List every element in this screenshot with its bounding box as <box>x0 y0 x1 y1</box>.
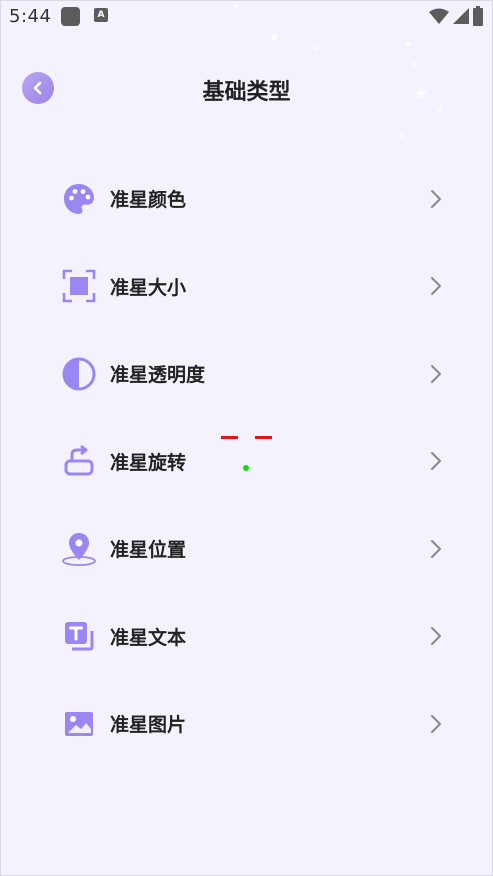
image-icon <box>61 706 97 742</box>
sparkle-icon: ★ <box>268 30 281 46</box>
sparkle-icon: ✦ <box>398 132 406 142</box>
app-notification-icon <box>61 7 80 26</box>
status-time: 5:44 <box>9 6 52 27</box>
settings-menu: 准星颜色 准星大小 准星透明度 准星旋转 准星位置 准星文本 准星图片 <box>0 155 493 768</box>
menu-item-crosshair-image[interactable]: 准星图片 <box>0 680 493 768</box>
menu-item-label: 准星颜色 <box>110 189 187 212</box>
text-box-icon <box>61 618 97 654</box>
sparkle-icon: ✦ <box>312 44 321 55</box>
status-bar: 5:44 A <box>0 0 493 34</box>
sparkle-icon: ✦ <box>404 38 414 51</box>
rotate-icon <box>61 443 97 479</box>
crosshair-left-line <box>221 436 238 439</box>
chevron-right-icon <box>431 539 441 558</box>
chevron-right-icon <box>431 189 441 208</box>
menu-item-crosshair-opacity[interactable]: 准星透明度 <box>0 330 493 418</box>
chevron-right-icon <box>431 452 441 471</box>
page-title: 基础类型 <box>202 80 291 105</box>
menu-item-label: 准星图片 <box>110 714 187 737</box>
chevron-right-icon <box>431 364 441 383</box>
battery-icon <box>473 6 483 26</box>
signal-icon <box>453 8 469 24</box>
chevron-right-icon <box>431 277 441 296</box>
header: 基础类型 <box>0 60 493 116</box>
wifi-icon <box>429 8 449 24</box>
menu-item-crosshair-position[interactable]: 准星位置 <box>0 505 493 593</box>
palette-icon <box>61 181 97 217</box>
contrast-icon <box>61 356 97 392</box>
menu-item-label: 准星透明度 <box>110 364 206 387</box>
menu-item-crosshair-color[interactable]: 准星颜色 <box>0 155 493 243</box>
status-icons <box>429 6 483 26</box>
menu-item-label: 准星旋转 <box>110 451 187 474</box>
sparkle-icon: ✦ <box>232 2 241 13</box>
crosshair-center-dot <box>243 465 249 471</box>
menu-item-label: 准星大小 <box>110 276 187 299</box>
menu-item-crosshair-rotation[interactable]: 准星旋转 <box>0 418 493 506</box>
menu-item-label: 准星位置 <box>110 539 187 562</box>
crosshair-right-line <box>255 436 272 439</box>
menu-item-crosshair-size[interactable]: 准星大小 <box>0 243 493 331</box>
resize-icon <box>61 268 97 304</box>
app-a-icon: A <box>94 8 108 22</box>
menu-item-crosshair-text[interactable]: 准星文本 <box>0 593 493 681</box>
menu-item-label: 准星文本 <box>110 626 187 649</box>
chevron-right-icon <box>431 627 441 646</box>
location-pin-icon <box>61 531 97 567</box>
chevron-right-icon <box>431 714 441 733</box>
